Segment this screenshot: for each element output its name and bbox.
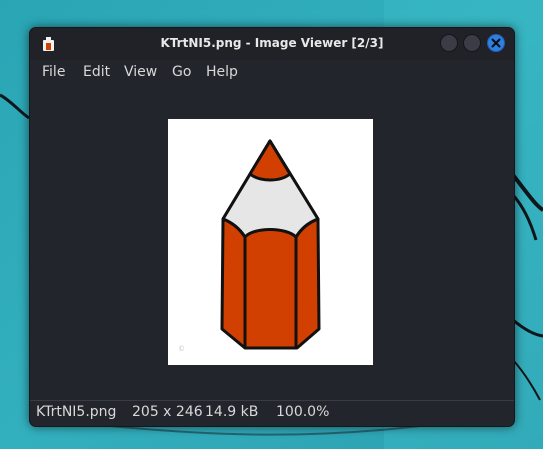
title-bar[interactable]: KTrtNI5.png - Image Viewer [2/3] (30, 28, 514, 60)
image-watermark: © (178, 345, 185, 353)
menu-go[interactable]: Go (172, 64, 191, 80)
image-canvas[interactable]: © (30, 85, 514, 400)
menu-file[interactable]: File (42, 64, 65, 80)
maximize-button[interactable] (463, 34, 481, 52)
menu-bar: File Edit View Go Help (30, 61, 514, 83)
menu-view[interactable]: View (124, 64, 157, 80)
pencil-icon: © (178, 139, 321, 353)
close-icon (491, 38, 501, 48)
desktop: KTrtNI5.png - Image Viewer [2/3] File Ed… (0, 0, 543, 449)
status-filename: KTrtNI5.png (36, 404, 117, 420)
close-button[interactable] (487, 34, 505, 52)
image-viewer-window[interactable]: KTrtNI5.png - Image Viewer [2/3] File Ed… (29, 27, 515, 427)
displayed-image: © (168, 119, 373, 365)
status-zoom: 100.0% (276, 404, 330, 420)
status-bar: KTrtNI5.png 205 x 246 14.9 kB 100.0% (30, 400, 514, 426)
menu-edit[interactable]: Edit (83, 64, 110, 80)
menu-help[interactable]: Help (206, 64, 238, 80)
minimize-button[interactable] (440, 34, 458, 52)
status-dimensions: 205 x 246 (132, 404, 203, 420)
status-filesize: 14.9 kB (205, 404, 259, 420)
